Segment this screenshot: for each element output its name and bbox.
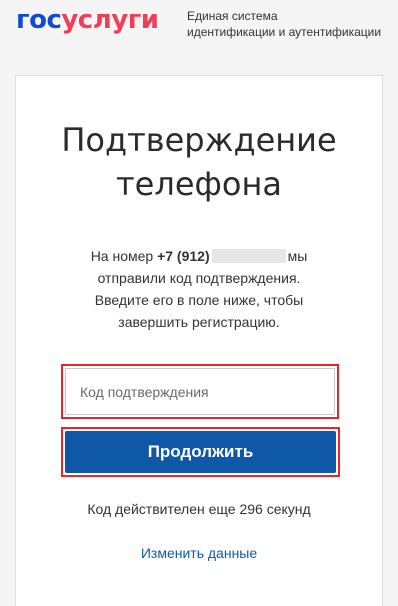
- logo-part-gos: гос: [16, 5, 62, 35]
- masked-phone-digits: [211, 249, 286, 263]
- code-timer-text: Код действителен еще 296 секунд: [87, 501, 311, 517]
- confirmation-code-input[interactable]: [65, 368, 335, 415]
- continue-button[interactable]: Продолжить: [65, 431, 336, 473]
- change-data-link[interactable]: Изменить данные: [0, 544, 398, 562]
- continue-button-highlight: Продолжить: [61, 427, 340, 477]
- logo-part-uslugi: услуги: [61, 5, 159, 35]
- desc-after-phone: мы: [287, 248, 308, 264]
- desc-line2: отправили код подтверждения.: [97, 270, 301, 286]
- header-subtitle-line2: идентификации и аутентификации: [187, 25, 382, 39]
- header-subtitle: Единая система идентификации и аутентифи…: [187, 8, 381, 40]
- confirmation-description: На номер +7 (912) мы отправили код подтве…: [40, 245, 358, 333]
- phone-number: +7 (912): [157, 248, 210, 264]
- desc-line4: завершить регистрацию.: [118, 314, 280, 330]
- page-title-line2: телефона: [116, 165, 282, 203]
- header-subtitle-line1: Единая система: [187, 9, 278, 23]
- gosuslugi-logo[interactable]: госуслуги: [16, 5, 159, 35]
- code-input-highlight: [61, 364, 339, 419]
- desc-line3: Введите его в поле ниже, чтобы: [94, 292, 304, 308]
- page-title: Подтверждение телефона: [0, 118, 398, 206]
- header: госуслуги Единая система идентификации и…: [0, 0, 398, 62]
- desc-prefix: На номер: [90, 248, 158, 264]
- page-title-line1: Подтверждение: [61, 121, 337, 159]
